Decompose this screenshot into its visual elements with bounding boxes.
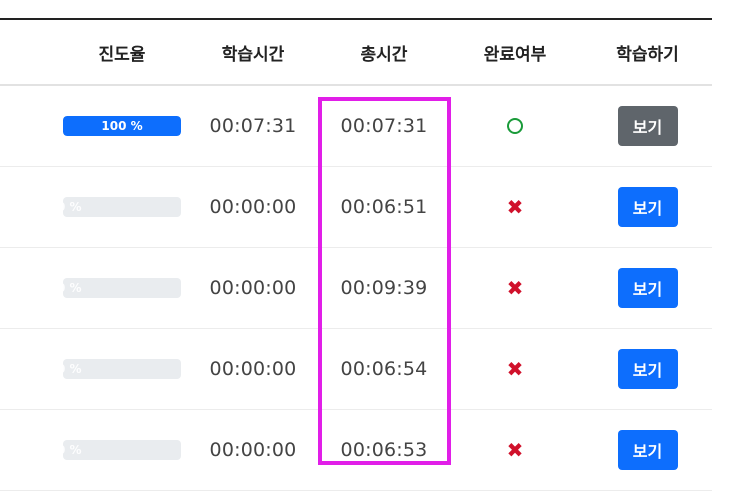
- header-learn-time: 학습시간: [221, 44, 285, 65]
- progress-bar: 0 %: [63, 278, 181, 298]
- learn-time: 00:00:00: [209, 358, 297, 380]
- total-time: 00:07:31: [340, 115, 428, 137]
- progress-label: 0 %: [63, 281, 82, 295]
- progress-label: 0 %: [63, 443, 82, 457]
- header-action: 학습하기: [616, 44, 679, 65]
- table-row: 0 % 00:00:00 00:09:39 ✖ 보기: [0, 248, 712, 329]
- completed-cell: [455, 86, 575, 166]
- progress-bar: 100 %: [63, 116, 181, 136]
- x-icon: ✖: [506, 357, 524, 381]
- x-icon: ✖: [506, 276, 524, 300]
- completed-cell: ✖: [455, 248, 575, 328]
- progress-bar: 0 %: [63, 197, 181, 217]
- view-button[interactable]: 보기: [617, 430, 678, 470]
- learn-time: 00:07:31: [209, 115, 297, 137]
- completed-cell: ✖: [455, 167, 575, 247]
- progress-cell: 0 %: [50, 167, 194, 247]
- x-icon: ✖: [506, 438, 524, 462]
- progress-bar: 0 %: [63, 440, 181, 460]
- header-completed: 완료여부: [483, 44, 547, 65]
- action-cell: 보기: [585, 329, 710, 409]
- total-time: 00:06:51: [340, 196, 428, 218]
- progress-label: 100 %: [101, 119, 143, 133]
- table-row: 0 % 00:00:00 00:06:53 ✖ 보기: [0, 410, 712, 491]
- table-row: 0 % 00:00:00 00:06:51 ✖ 보기: [0, 167, 712, 248]
- action-cell: 보기: [585, 248, 710, 328]
- learn-time: 00:00:00: [209, 439, 297, 461]
- progress-cell: 100 %: [50, 86, 194, 166]
- x-icon: ✖: [506, 195, 524, 219]
- table-header-row: 진도율 학습시간 총시간 완료여부 학습하기: [0, 20, 712, 86]
- header-total-time: 총시간: [360, 44, 408, 65]
- view-button[interactable]: 보기: [617, 106, 678, 146]
- action-cell: 보기: [585, 86, 710, 166]
- learn-time: 00:00:00: [209, 277, 297, 299]
- view-button[interactable]: 보기: [617, 268, 678, 308]
- progress-bar: 0 %: [63, 359, 181, 379]
- progress-cell: 0 %: [50, 248, 194, 328]
- progress-label: 0 %: [63, 200, 82, 214]
- completed-cell: ✖: [455, 410, 575, 490]
- action-cell: 보기: [585, 410, 710, 490]
- completed-cell: ✖: [455, 329, 575, 409]
- view-button[interactable]: 보기: [617, 349, 678, 389]
- total-time: 00:06:53: [340, 439, 428, 461]
- action-cell: 보기: [585, 167, 710, 247]
- progress-label: 0 %: [63, 362, 82, 376]
- table-row: 0 % 00:00:00 00:06:54 ✖ 보기: [0, 329, 712, 410]
- total-time: 00:06:54: [340, 358, 428, 380]
- progress-cell: 0 %: [50, 329, 194, 409]
- header-progress: 진도율: [98, 44, 146, 65]
- view-button[interactable]: 보기: [617, 187, 678, 227]
- progress-cell: 0 %: [50, 410, 194, 490]
- learn-time: 00:00:00: [209, 196, 297, 218]
- table-row: 100 % 00:07:31 00:07:31 보기: [0, 86, 712, 167]
- total-time: 00:09:39: [340, 277, 428, 299]
- circle-icon: [507, 118, 523, 134]
